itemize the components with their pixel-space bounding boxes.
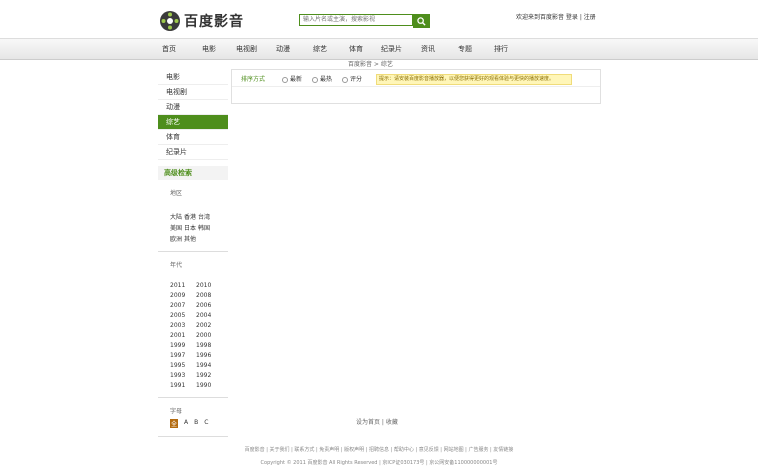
letter-option[interactable]: 全 bbox=[170, 419, 179, 428]
sidebar-item-tv[interactable]: 电视剧 bbox=[158, 85, 228, 100]
area-filter-list: 大陆 香港 台湾 美国 日本 韩国 欧洲 其他 bbox=[158, 212, 228, 243]
sidebar: 电影 电视剧 动漫 综艺 体育 纪录片 高级检索 地区 大陆 香港 台湾 美国 … bbox=[158, 70, 228, 437]
year-option[interactable]: 2003 bbox=[170, 322, 196, 329]
area-option[interactable]: 日本 bbox=[184, 223, 198, 232]
nav-item-documentary[interactable]: 纪录片 bbox=[381, 44, 402, 54]
year-option[interactable]: 2002 bbox=[196, 322, 222, 329]
film-reel-icon bbox=[160, 11, 180, 31]
search-button[interactable] bbox=[413, 14, 430, 28]
sidebar-item-anime[interactable]: 动漫 bbox=[158, 100, 228, 115]
area-option[interactable]: 大陆 bbox=[170, 212, 184, 221]
year-option[interactable]: 2005 bbox=[170, 312, 196, 319]
sort-option-hottest[interactable]: 最热 bbox=[312, 74, 332, 83]
letter-filter-label: 字母 bbox=[170, 408, 183, 415]
nav-item-news[interactable]: 资讯 bbox=[421, 44, 435, 54]
area-option[interactable]: 欧洲 bbox=[170, 234, 184, 243]
notice-banner: 提示：请安装百度影音播放器，以便您获得更好的观看体验与更快的播放速度。 bbox=[376, 74, 572, 85]
area-option[interactable]: 其他 bbox=[184, 234, 198, 243]
site-logo[interactable]: 百度影音 bbox=[159, 10, 244, 32]
footer-copyright: Copyright © 2011 百度影音 All Rights Reserve… bbox=[260, 460, 498, 466]
year-option[interactable]: 2001 bbox=[170, 332, 196, 339]
year-option[interactable]: 2004 bbox=[196, 312, 222, 319]
year-option[interactable]: 1993 bbox=[170, 372, 196, 379]
area-filter-label: 地区 bbox=[170, 190, 183, 197]
main-nav: 首页 电影 电视剧 动漫 综艺 体育 纪录片 资讯 专题 排行 bbox=[0, 38, 758, 60]
divider bbox=[158, 397, 228, 398]
letter-option[interactable]: A bbox=[184, 419, 188, 428]
sort-bar: 排序方式 最新 最热 评分 提示：请安装百度影音播放器，以便您获得更好的观看体验… bbox=[232, 70, 600, 87]
year-option[interactable]: 1997 bbox=[170, 352, 196, 359]
sidebar-item-documentary[interactable]: 纪录片 bbox=[158, 145, 228, 160]
area-option[interactable]: 韩国 bbox=[198, 223, 212, 232]
letter-option[interactable]: C bbox=[204, 419, 208, 428]
year-option[interactable]: 2009 bbox=[170, 292, 196, 299]
year-option[interactable]: 1995 bbox=[170, 362, 196, 369]
sort-option-rating[interactable]: 评分 bbox=[342, 74, 362, 83]
year-filter-list: 2011 2010 2009 2008 2007 2006 2005 2004 … bbox=[158, 282, 228, 389]
area-option[interactable]: 美国 bbox=[170, 223, 184, 232]
nav-item-topics[interactable]: 专题 bbox=[458, 44, 472, 54]
nav-item-sports[interactable]: 体育 bbox=[349, 44, 363, 54]
content-panel: 排序方式 最新 最热 评分 提示：请安装百度影音播放器，以便您获得更好的观看体验… bbox=[231, 69, 601, 104]
nav-item-variety[interactable]: 综艺 bbox=[313, 44, 327, 54]
sort-label: 排序方式 bbox=[241, 76, 266, 83]
divider bbox=[158, 251, 228, 252]
year-option[interactable]: 1991 bbox=[170, 382, 196, 389]
year-option[interactable]: 2006 bbox=[196, 302, 222, 309]
year-option[interactable]: 2008 bbox=[196, 292, 222, 299]
footer-link[interactable]: 设为首页 | 收藏 bbox=[356, 417, 398, 426]
year-option[interactable]: 1994 bbox=[196, 362, 222, 369]
sidebar-item-sports[interactable]: 体育 bbox=[158, 130, 228, 145]
nav-item-tv[interactable]: 电视剧 bbox=[236, 44, 257, 54]
logo-text: 百度影音 bbox=[184, 14, 244, 30]
login-links[interactable]: 欢迎来到百度影音 登录 | 注册 bbox=[516, 12, 596, 21]
year-option[interactable]: 1999 bbox=[170, 342, 196, 349]
letter-filter-list: 全 A B C bbox=[158, 419, 228, 428]
nav-item-ranking[interactable]: 排行 bbox=[494, 44, 508, 54]
year-option[interactable]: 1998 bbox=[196, 342, 222, 349]
footer-links[interactable]: 百度影音 | 关于我们 | 联系方式 | 免责声明 | 版权声明 | 招聘信息 … bbox=[0, 446, 758, 453]
divider bbox=[158, 436, 228, 437]
area-option[interactable]: 台湾 bbox=[198, 212, 212, 221]
search-box bbox=[299, 14, 431, 28]
sort-option-latest[interactable]: 最新 bbox=[282, 74, 302, 83]
year-option[interactable]: 2011 bbox=[170, 282, 196, 289]
year-option[interactable]: 1992 bbox=[196, 372, 222, 379]
year-option[interactable]: 1996 bbox=[196, 352, 222, 359]
letter-option[interactable]: B bbox=[194, 419, 198, 428]
search-icon bbox=[417, 16, 426, 26]
advanced-search-title: 高级检索 bbox=[158, 166, 228, 180]
search-input[interactable] bbox=[299, 14, 413, 26]
top-header: 百度影音 欢迎来到百度影音 登录 | 注册 bbox=[0, 0, 758, 38]
year-option[interactable]: 2010 bbox=[196, 282, 222, 289]
year-option[interactable]: 2007 bbox=[170, 302, 196, 309]
nav-item-anime[interactable]: 动漫 bbox=[276, 44, 290, 54]
year-option[interactable]: 1990 bbox=[196, 382, 222, 389]
sidebar-item-variety[interactable]: 综艺 bbox=[158, 115, 228, 130]
nav-item-home[interactable]: 首页 bbox=[162, 44, 176, 54]
breadcrumb[interactable]: 百度影音 > 综艺 bbox=[348, 59, 393, 68]
area-option[interactable]: 香港 bbox=[184, 212, 198, 221]
year-filter-label: 年代 bbox=[170, 262, 183, 269]
year-option[interactable]: 2000 bbox=[196, 332, 222, 339]
sidebar-item-movie[interactable]: 电影 bbox=[158, 70, 228, 85]
nav-item-movie[interactable]: 电影 bbox=[202, 44, 216, 54]
